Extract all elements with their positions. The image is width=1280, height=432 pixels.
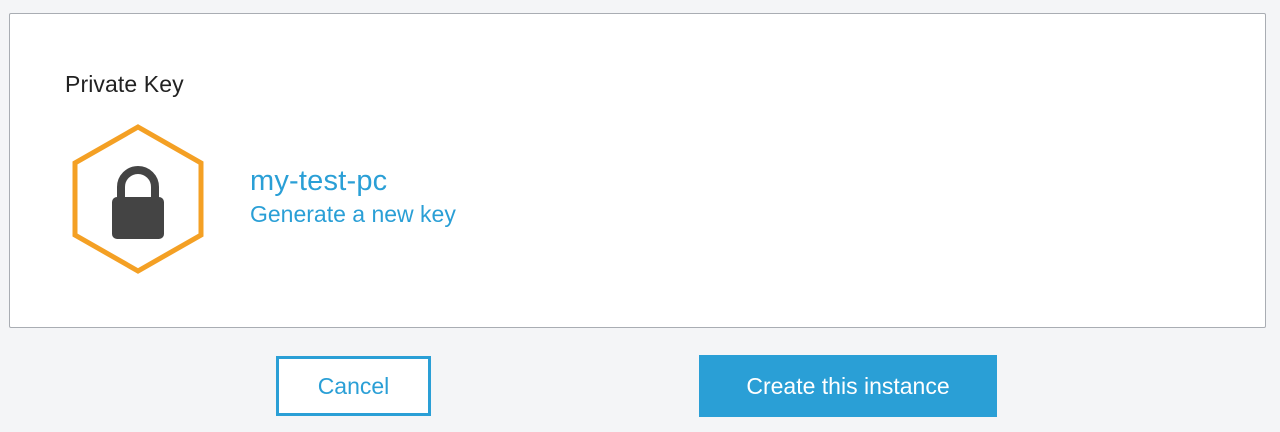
key-name-link[interactable]: my-test-pc [250, 163, 456, 199]
private-key-panel: Private Key my-test-pc Generate a new ke… [9, 13, 1266, 328]
cancel-button[interactable]: Cancel [276, 356, 431, 416]
create-instance-button[interactable]: Create this instance [699, 355, 997, 417]
section-title: Private Key [65, 71, 184, 97]
lock-hexagon-icon [70, 123, 206, 275]
generate-new-key-link[interactable]: Generate a new key [250, 199, 456, 229]
key-info: my-test-pc Generate a new key [250, 163, 456, 229]
page: Private Key my-test-pc Generate a new ke… [0, 0, 1280, 432]
